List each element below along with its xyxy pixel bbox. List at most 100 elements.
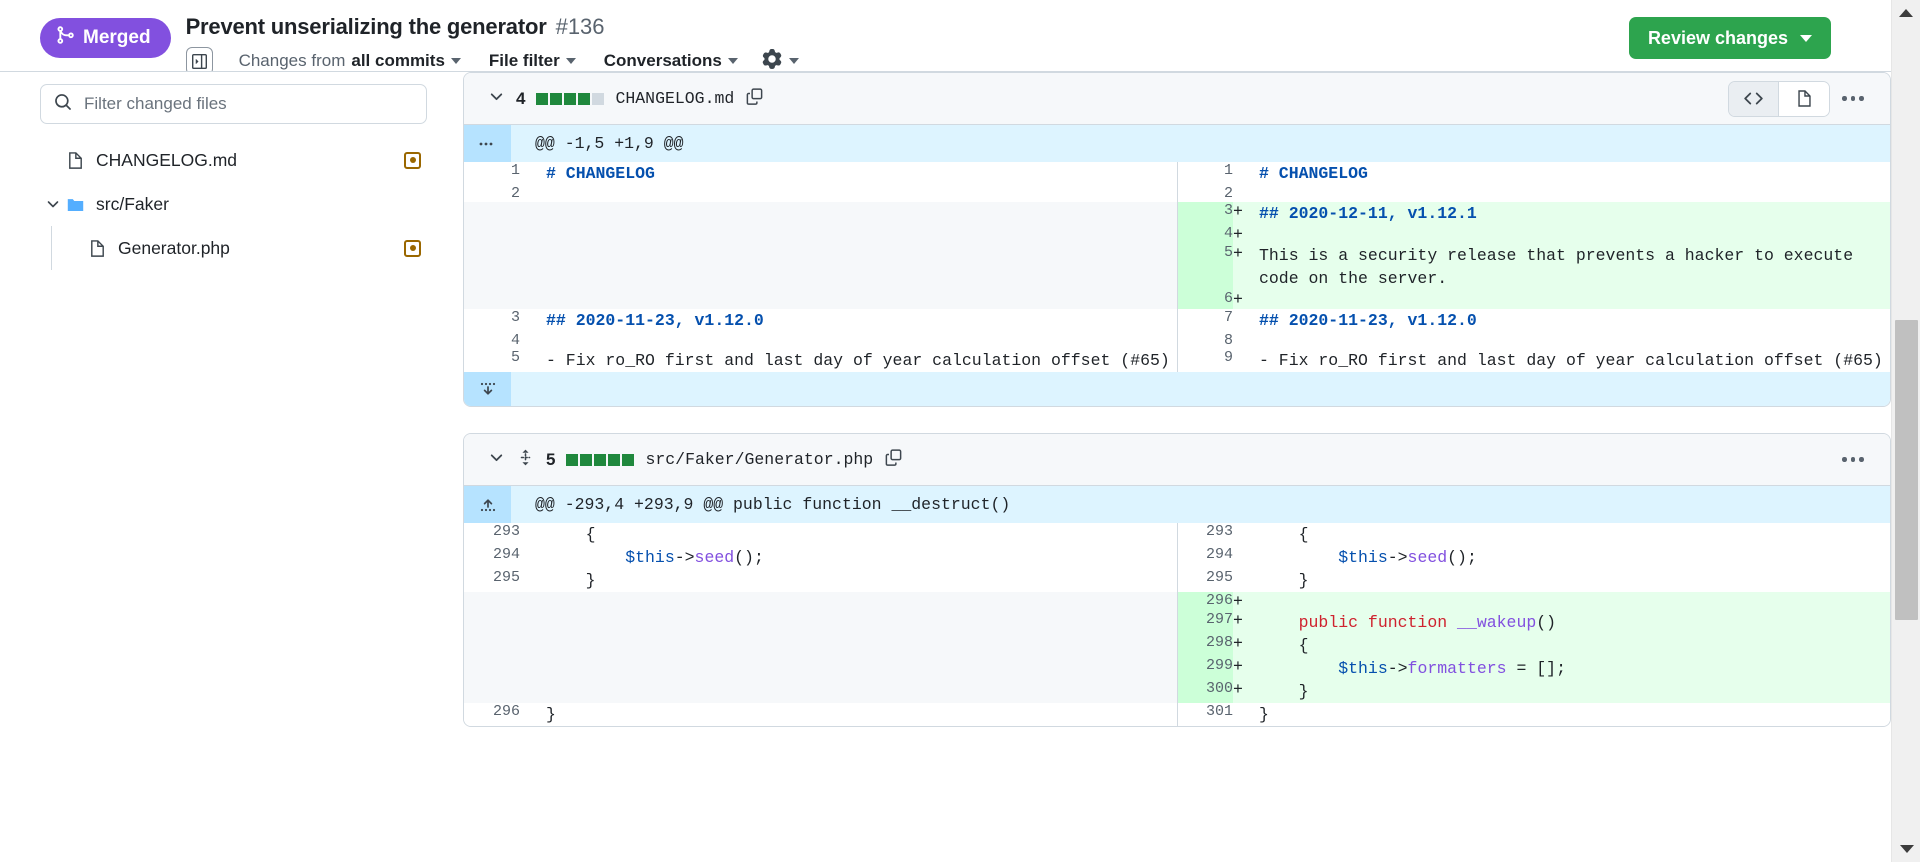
code-right[interactable]: } bbox=[1259, 569, 1890, 592]
diff-content: 4 CHANGELOG.md bbox=[463, 72, 1891, 862]
search-icon bbox=[54, 93, 72, 116]
code-right[interactable]: } bbox=[1259, 703, 1890, 726]
diff-file-header: 4 CHANGELOG.md bbox=[464, 73, 1890, 125]
expand-up-icon[interactable] bbox=[464, 486, 511, 523]
code-right[interactable]: $this->seed(); bbox=[1259, 546, 1890, 569]
diff-file-path: src/Faker/Generator.php bbox=[645, 450, 873, 469]
file-filter-label: File filter bbox=[489, 51, 560, 71]
filter-changed-files-box[interactable] bbox=[40, 84, 427, 124]
line-number-left: 4 bbox=[464, 332, 520, 349]
code-right[interactable]: { bbox=[1259, 634, 1890, 657]
code-right[interactable]: - Fix ro_RO first and last day of year c… bbox=[1259, 349, 1890, 372]
status-badge: Merged bbox=[40, 18, 171, 58]
diff-file-header: 5 src/Faker/Generator.php bbox=[464, 434, 1890, 486]
gear-icon bbox=[762, 49, 782, 74]
code-right[interactable]: # CHANGELOG bbox=[1259, 162, 1890, 185]
file-tree-item-changelog[interactable]: CHANGELOG.md bbox=[40, 138, 427, 182]
file-filter-dropdown[interactable]: File filter bbox=[475, 51, 590, 71]
line-marker-right: + bbox=[1233, 657, 1259, 680]
conversations-dropdown[interactable]: Conversations bbox=[590, 51, 752, 71]
rendered-view-button[interactable] bbox=[1779, 82, 1829, 116]
file-status-modified-icon bbox=[404, 152, 421, 169]
code-right[interactable]: ## 2020-12-11, v1.12.1 bbox=[1259, 202, 1890, 225]
diff-table-generator: 293 { 293 { 294 $this->seed(); 294 bbox=[464, 523, 1890, 726]
line-marker-right bbox=[1233, 349, 1259, 372]
code-right[interactable] bbox=[1259, 185, 1890, 202]
code-right[interactable] bbox=[1259, 592, 1890, 611]
code-left[interactable] bbox=[546, 332, 1177, 349]
line-marker-right: + bbox=[1233, 611, 1259, 634]
diff-row: 296 + bbox=[464, 592, 1890, 611]
scroll-up-arrow[interactable] bbox=[1892, 0, 1920, 26]
line-number-right: 299 bbox=[1177, 657, 1233, 680]
chevron-down-icon bbox=[789, 58, 799, 64]
source-view-button[interactable] bbox=[1729, 82, 1779, 116]
line-number-right: 296 bbox=[1177, 592, 1233, 611]
git-merge-icon bbox=[55, 25, 75, 51]
status-badge-label: Merged bbox=[83, 27, 151, 49]
code-right[interactable] bbox=[1259, 290, 1890, 309]
code-left[interactable]: ## 2020-11-23, v1.12.0 bbox=[546, 309, 1177, 332]
line-number-left bbox=[464, 592, 520, 703]
review-changes-button[interactable]: Review changes bbox=[1629, 17, 1831, 59]
code-right[interactable]: { bbox=[1259, 523, 1890, 546]
line-marker-right: + bbox=[1233, 592, 1259, 611]
chevron-down-icon[interactable] bbox=[488, 449, 505, 471]
expand-down-icon[interactable] bbox=[464, 372, 511, 406]
chevron-down-icon bbox=[451, 58, 461, 64]
chevron-down-icon[interactable] bbox=[488, 88, 505, 110]
copy-path-icon[interactable] bbox=[745, 87, 764, 111]
file-tree-item-label: CHANGELOG.md bbox=[96, 150, 404, 171]
expand-both-icon[interactable] bbox=[464, 125, 511, 162]
code-left[interactable]: $this->seed(); bbox=[546, 546, 1177, 569]
code-left[interactable]: } bbox=[546, 569, 1177, 592]
vertical-scrollbar[interactable] bbox=[1891, 0, 1920, 862]
diff-hunk-range: @@ -293,4 +293,9 @@ public function __de… bbox=[511, 486, 1010, 523]
review-changes-label: Review changes bbox=[1648, 28, 1788, 49]
code-left[interactable] bbox=[546, 185, 1177, 202]
diff-file-menu-button[interactable] bbox=[1830, 442, 1876, 478]
file-tree-item-src-faker[interactable]: src/Faker bbox=[40, 182, 427, 226]
code-left[interactable]: - Fix ro_RO first and last day of year c… bbox=[546, 349, 1177, 372]
code-right[interactable]: ## 2020-11-23, v1.12.0 bbox=[1259, 309, 1890, 332]
diff-row: 293 { 293 { bbox=[464, 523, 1890, 546]
diff-file-changelog: 4 CHANGELOG.md bbox=[463, 72, 1891, 407]
line-number-right: 293 bbox=[1177, 523, 1233, 546]
line-marker-right bbox=[1233, 569, 1259, 592]
copy-path-icon[interactable] bbox=[884, 448, 903, 472]
line-number-left: 2 bbox=[464, 185, 520, 202]
chevron-down-icon[interactable] bbox=[40, 196, 66, 212]
line-marker-left bbox=[520, 703, 546, 726]
changes-from-dropdown[interactable]: Changes from all commits bbox=[225, 51, 475, 71]
line-number-right: 1 bbox=[1177, 162, 1233, 185]
code-left[interactable]: # CHANGELOG bbox=[546, 162, 1177, 185]
code-right[interactable] bbox=[1259, 332, 1890, 349]
code-right[interactable]: This is a security release that prevents… bbox=[1259, 244, 1890, 290]
code-right[interactable]: } bbox=[1259, 680, 1890, 703]
diff-settings-dropdown[interactable] bbox=[752, 49, 809, 74]
scrollbar-thumb[interactable] bbox=[1895, 320, 1918, 620]
file-tree: CHANGELOG.md src/Faker bbox=[40, 138, 427, 270]
scroll-down-arrow[interactable] bbox=[1892, 836, 1920, 862]
code-left[interactable]: } bbox=[546, 703, 1177, 726]
filter-changed-files-input[interactable] bbox=[82, 93, 416, 115]
line-number-right: 294 bbox=[1177, 546, 1233, 569]
line-number-left: 295 bbox=[464, 569, 520, 592]
code-right[interactable]: public function __wakeup() bbox=[1259, 611, 1890, 634]
line-marker-left bbox=[520, 202, 546, 309]
diff-hunk-header: @@ -293,4 +293,9 @@ public function __de… bbox=[464, 486, 1890, 523]
code-left-empty bbox=[546, 202, 1177, 309]
chevron-down-icon bbox=[566, 58, 576, 64]
file-tree-item-generator[interactable]: Generator.php bbox=[40, 226, 427, 270]
page-header: Merged Prevent unserializing the generat… bbox=[0, 0, 1891, 72]
line-number-left: 5 bbox=[464, 349, 520, 372]
line-number-right: 6 bbox=[1177, 290, 1233, 309]
code-right[interactable] bbox=[1259, 225, 1890, 244]
line-number-right: 300 bbox=[1177, 680, 1233, 703]
code-left[interactable]: { bbox=[546, 523, 1177, 546]
pr-number: #136 bbox=[556, 14, 605, 40]
diff-change-count: 4 bbox=[516, 89, 525, 109]
diff-file-menu-button[interactable] bbox=[1830, 81, 1876, 117]
code-right[interactable]: $this->formatters = []; bbox=[1259, 657, 1890, 680]
line-marker-right: + bbox=[1233, 202, 1259, 225]
